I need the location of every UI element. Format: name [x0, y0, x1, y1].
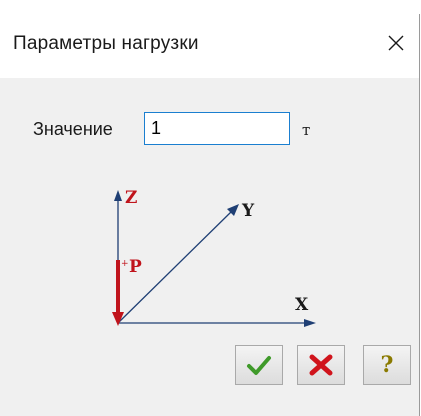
ok-button[interactable]: [235, 345, 283, 385]
axis-label-x: X: [295, 295, 309, 315]
load-parameters-dialog: Параметры нагрузки Значение т + Z Y X P: [0, 14, 420, 416]
checkmark-icon: [247, 356, 271, 375]
axis-label-z: Z: [125, 188, 137, 208]
question-mark-icon: ?: [380, 352, 394, 378]
cross-icon: [309, 354, 333, 376]
load-label-p: P: [129, 257, 142, 277]
load-direction-diagram: + Z Y X P: [112, 188, 316, 327]
title-bar: Параметры нагрузки: [0, 14, 419, 78]
value-label: Значение: [33, 119, 113, 139]
background-strip: [0, 0, 421, 14]
dialog-title: Параметры нагрузки: [13, 33, 199, 54]
close-button[interactable]: [381, 28, 411, 58]
x-axis-arrowhead: [304, 319, 316, 327]
help-button[interactable]: ?: [363, 345, 411, 385]
unit-label: т: [302, 121, 311, 139]
value-input[interactable]: [144, 112, 290, 145]
cancel-button[interactable]: [297, 345, 345, 385]
close-icon: [388, 35, 404, 51]
load-origin-marker: +: [121, 259, 129, 269]
z-axis-arrowhead: [114, 190, 122, 201]
axis-label-y: Y: [241, 201, 255, 221]
